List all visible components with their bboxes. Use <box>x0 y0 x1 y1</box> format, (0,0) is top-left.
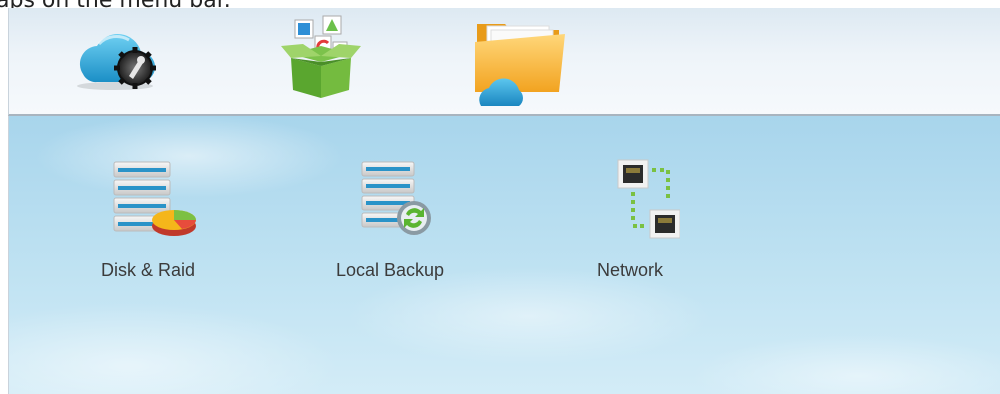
app-label: Network <box>596 260 663 280</box>
local-backup-icon <box>361 161 431 235</box>
app-network[interactable]: Network <box>555 156 705 296</box>
cloud-settings-icon <box>77 34 156 90</box>
app-label: Disk & Raid <box>100 260 196 280</box>
desktop: Disk & Raid Local Backup Network <box>8 116 1000 394</box>
cloud-folder-icon <box>475 24 565 106</box>
menubar-item-app-center[interactable] <box>271 14 371 114</box>
app-label: Local Backup <box>335 260 445 280</box>
network-icon <box>617 159 680 239</box>
app-local-backup[interactable]: Local Backup <box>315 156 465 296</box>
menubar-item-file-station[interactable] <box>471 14 571 114</box>
app-window: Disk & Raid Local Backup Network <box>8 8 1000 394</box>
app-box-icon <box>281 15 361 98</box>
disk-raid-icon <box>113 161 196 236</box>
app-disk-raid[interactable]: Disk & Raid <box>73 156 223 296</box>
menubar-item-cloud-settings[interactable] <box>69 14 169 114</box>
menu-bar <box>8 8 1000 116</box>
